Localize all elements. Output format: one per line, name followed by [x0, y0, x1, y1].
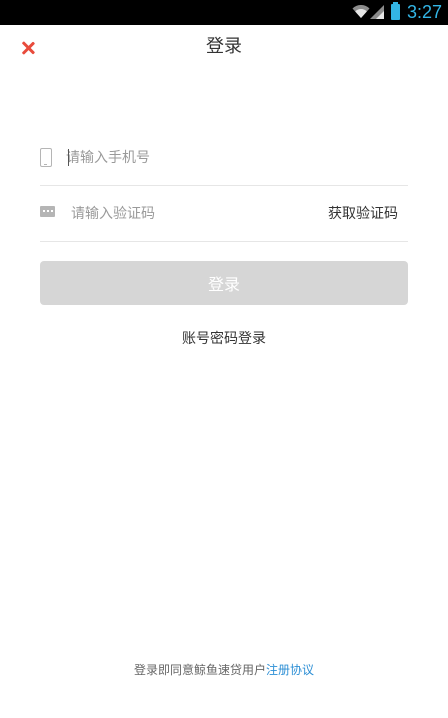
- register-agreement-link[interactable]: 注册协议: [266, 663, 314, 677]
- phone-field-row: [40, 130, 408, 186]
- status-time: 3:27: [406, 2, 442, 22]
- phone-icon: [40, 148, 52, 167]
- signal-icon: [370, 5, 384, 19]
- verification-code-input[interactable]: [71, 200, 331, 228]
- phone-input[interactable]: [66, 144, 326, 172]
- message-icon: [40, 206, 55, 217]
- status-bar: 3:27: [0, 0, 448, 25]
- text-cursor: [68, 149, 69, 166]
- header: 登录: [0, 25, 448, 70]
- battery-icon: [391, 2, 400, 20]
- get-code-button[interactable]: 获取验证码: [328, 204, 398, 224]
- login-button[interactable]: 登录: [40, 261, 408, 305]
- page-title: 登录: [206, 36, 242, 57]
- wifi-icon: [352, 5, 370, 18]
- code-field-row: 获取验证码: [40, 186, 408, 242]
- account-password-login-link[interactable]: 账号密码登录: [0, 329, 448, 349]
- agreement-prefix: 登录即同意鲸鱼速贷用户: [133, 663, 266, 677]
- agreement-text: 登录即同意鲸鱼速贷用户注册协议: [0, 661, 448, 679]
